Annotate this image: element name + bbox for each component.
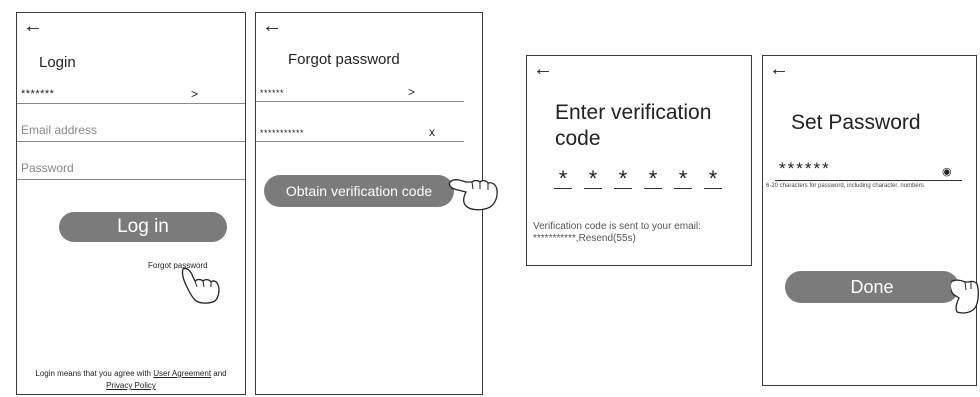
chevron-right-icon: > (408, 85, 416, 99)
done-button[interactable]: Done (785, 271, 959, 303)
page-title: Set Password (791, 111, 921, 134)
page-title: Enter verification code (555, 100, 711, 152)
resend-countdown[interactable]: ***********,Resend(55s) (533, 233, 636, 244)
email-placeholder: Email address (21, 123, 98, 137)
password-placeholder: Password (21, 161, 74, 175)
page-title: Forgot password (288, 51, 400, 68)
privacy-policy-link[interactable]: Privacy Policy (106, 381, 156, 390)
obtain-code-button[interactable]: Obtain verification code (264, 175, 454, 207)
title-line-1: Enter verification (555, 101, 712, 124)
back-arrow-icon[interactable]: ← (262, 15, 282, 37)
password-field[interactable]: ****** ◉ (775, 156, 962, 181)
email-field[interactable]: *********** x (256, 117, 464, 142)
back-arrow-icon[interactable]: ← (769, 58, 789, 80)
account-value: ******* (21, 88, 55, 100)
back-arrow-icon[interactable]: ← (23, 15, 43, 37)
code-digit[interactable]: * (644, 168, 662, 190)
account-value: ****** (260, 88, 285, 98)
eye-icon[interactable]: ◉ (942, 165, 952, 178)
code-digit[interactable]: * (554, 168, 572, 190)
note-line-1: Verification code is sent to your email: (533, 221, 701, 232)
login-button[interactable]: Log in (59, 212, 227, 242)
title-line-2: code (555, 127, 601, 150)
code-digit[interactable]: * (614, 168, 632, 190)
agreement-text: Login means that you agree with User Agr… (17, 368, 245, 392)
agreement-prefix: Login means that you agree with (35, 369, 154, 378)
account-selector[interactable]: ******* > (17, 81, 245, 104)
code-digit[interactable]: * (584, 168, 602, 190)
email-value: *********** (260, 128, 305, 138)
verification-screen: ← Enter verification code * * * * * * Ve… (526, 55, 752, 266)
user-agreement-link[interactable]: User Agreement (153, 369, 211, 378)
chevron-right-icon: > (191, 87, 199, 101)
password-field[interactable]: Password (17, 155, 245, 180)
back-arrow-icon[interactable]: ← (533, 58, 553, 80)
pointing-hand-icon (448, 179, 498, 211)
email-field[interactable]: Email address (17, 117, 245, 142)
code-digit[interactable]: * (674, 168, 692, 190)
password-hint: 6-20 characters for password, including … (766, 183, 924, 189)
set-password-screen: ← Set Password ****** ◉ 6-20 characters … (762, 55, 977, 386)
agreement-and: and (211, 369, 227, 378)
password-value: ****** (779, 159, 831, 178)
clear-icon[interactable]: x (429, 125, 435, 139)
account-selector[interactable]: ****** > (256, 81, 464, 102)
page-title: Login (39, 54, 76, 71)
login-screen: ← Login ******* > Email address Password… (16, 12, 246, 395)
code-digit[interactable]: * (704, 168, 722, 190)
verification-note: Verification code is sent to your email:… (533, 221, 701, 245)
pointing-hand-icon (951, 279, 979, 314)
pointing-hand-icon (181, 267, 220, 304)
